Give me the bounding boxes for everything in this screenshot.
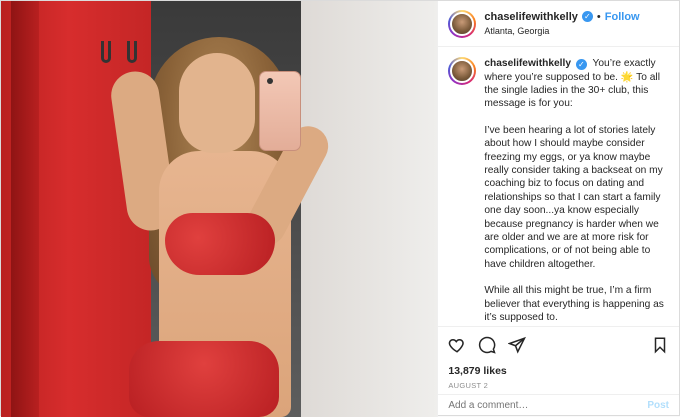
post-date[interactable]: AUGUST 2 — [438, 379, 679, 394]
post-header: chaselifewithkelly ✓ • Follow Atlanta, G… — [438, 1, 679, 48]
header-top-row: chaselifewithkelly ✓ • Follow — [484, 10, 639, 24]
separator-dot: • — [596, 10, 601, 23]
post-comment-button[interactable]: Post — [647, 400, 669, 411]
comment-input[interactable] — [448, 400, 648, 412]
photo-phone — [259, 71, 301, 151]
likes-count[interactable]: 13,879 likes — [438, 363, 679, 379]
avatar[interactable] — [448, 9, 477, 38]
post-photo[interactable] — [1, 1, 438, 417]
post-sidebar: chaselifewithkelly ✓ • Follow Atlanta, G… — [437, 1, 679, 417]
send-icon[interactable] — [508, 336, 527, 354]
comment-icon[interactable] — [478, 336, 497, 354]
photo-hook — [101, 41, 111, 63]
caption-paragraph: While all this might be true, I’m a firm… — [484, 285, 664, 323]
photo-bikini-bottom — [129, 341, 279, 417]
caption-paragraph: chaselifewithkelly ✓ You’re exactly wher… — [484, 57, 669, 111]
add-comment-bar: Post — [438, 393, 679, 417]
username-link[interactable]: chaselifewithkelly — [484, 10, 578, 24]
photo-bikini-top — [165, 213, 275, 275]
photo-door-frame — [11, 1, 39, 417]
avatar[interactable] — [448, 57, 477, 86]
heart-icon[interactable] — [448, 336, 466, 354]
instagram-post: chaselifewithkelly ✓ • Follow Atlanta, G… — [0, 0, 680, 417]
bookmark-icon[interactable] — [651, 336, 669, 354]
photo-hook — [127, 41, 137, 63]
follow-button[interactable]: Follow — [605, 10, 640, 24]
location-link[interactable]: Atlanta, Georgia — [484, 24, 639, 38]
caption-paragraph: I’ve been hearing a lot of stories latel… — [484, 124, 663, 270]
photo-wall — [301, 1, 438, 417]
header-text: chaselifewithkelly ✓ • Follow Atlanta, G… — [484, 10, 639, 38]
verified-badge-icon: ✓ — [581, 11, 593, 23]
caption-username-link[interactable]: chaselifewithkelly — [484, 58, 571, 69]
action-bar — [438, 326, 679, 363]
caption: chaselifewithkelly ✓ You’re exactly wher… — [448, 57, 669, 326]
photo-face — [179, 53, 255, 153]
verified-badge-icon: ✓ — [575, 59, 587, 71]
caption-text: chaselifewithkelly ✓ You’re exactly wher… — [484, 57, 669, 326]
comments-area[interactable]: chaselifewithkelly ✓ You’re exactly wher… — [438, 47, 679, 326]
